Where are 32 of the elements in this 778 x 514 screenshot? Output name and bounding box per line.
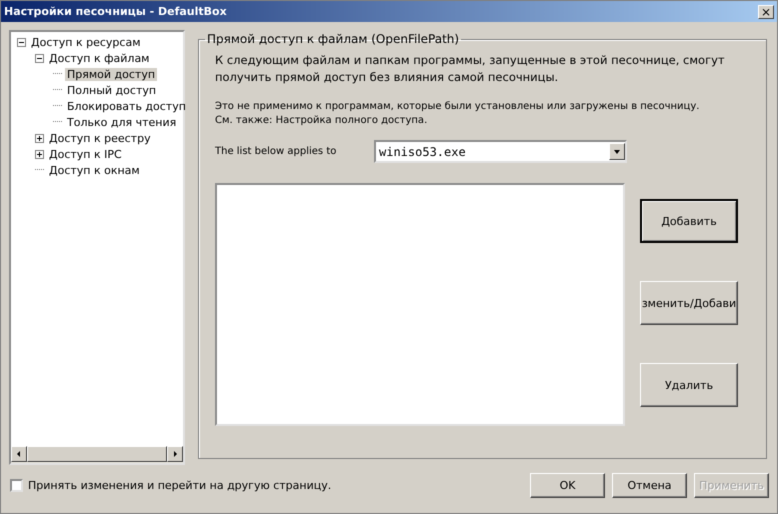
accept-checkbox[interactable] xyxy=(10,479,23,492)
close-button[interactable]: × xyxy=(758,4,774,18)
dialog-button[interactable]: Отмена xyxy=(612,473,687,498)
left-arrow-icon xyxy=(16,451,22,457)
tree-item[interactable]: Блокировать доступ xyxy=(65,100,188,112)
expand-icon[interactable] xyxy=(35,150,44,158)
tree-item[interactable]: Полный доступ xyxy=(65,84,158,96)
accept-label: Принять изменения и перейти на другую страницу. xyxy=(28,479,332,492)
collapse-icon[interactable] xyxy=(17,38,26,46)
dialog-button[interactable]: OK xyxy=(530,473,605,498)
tree-item[interactable]: Доступ к файлам xyxy=(47,52,152,64)
tree-item[interactable]: Прямой доступ xyxy=(65,68,158,80)
program-dropdown[interactable]: winiso53.exe xyxy=(374,140,627,163)
tree-item[interactable]: Только для чтения xyxy=(65,116,178,128)
action-button[interactable]: Добавить xyxy=(640,199,738,243)
tree-item[interactable]: Доступ к IPC xyxy=(47,148,124,160)
expand-icon[interactable] xyxy=(35,134,44,142)
tree-item[interactable]: Доступ к ресурсам xyxy=(29,36,142,48)
note-text: Это не применимо к программам, которые были установлены или загружены в песочницу. xyxy=(215,100,700,114)
group-title: Прямой доступ к файлам (OpenFilePath) xyxy=(206,32,460,46)
action-button[interactable]: Удалить xyxy=(640,363,738,407)
intro-text: К следующим файлам и папкам программы, запущенные в этой песочнице, смогут получить прямой доступ без влияния самой песочницы. xyxy=(215,52,726,86)
right-arrow-icon xyxy=(172,451,178,457)
tree-item[interactable]: Доступ к окнам xyxy=(47,164,142,176)
action-button[interactable]: зменить/Добави xyxy=(640,281,738,325)
see-also-text: См. также: Настройка полного доступа. xyxy=(215,114,428,128)
tree-item[interactable]: Доступ к реестру xyxy=(47,132,153,144)
applies-label: The list below applies to xyxy=(215,146,338,157)
collapse-icon[interactable] xyxy=(35,54,44,62)
horizontal-scrollbar[interactable] xyxy=(11,446,183,463)
down-arrow-icon xyxy=(614,148,620,154)
window-title: Настройки песочницы - DefaultBox xyxy=(4,5,227,18)
